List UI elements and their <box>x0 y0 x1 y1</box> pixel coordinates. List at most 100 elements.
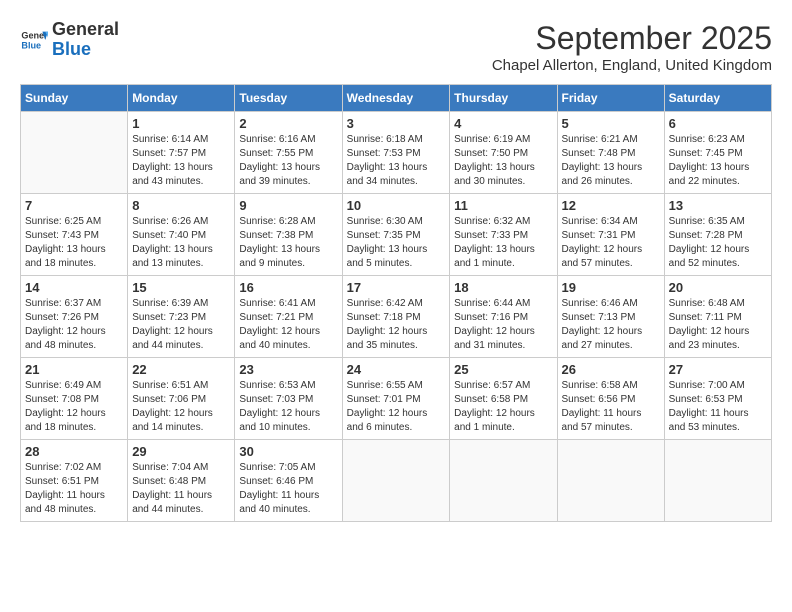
calendar-cell: 17Sunrise: 6:42 AM Sunset: 7:18 PM Dayli… <box>342 276 450 358</box>
col-thursday: Thursday <box>450 85 557 112</box>
day-info: Sunrise: 6:21 AM Sunset: 7:48 PM Dayligh… <box>562 133 660 189</box>
calendar-cell: 19 Sunrise: 6:46 AM Sunset: 7:13 PM Dayli… <box>557 276 664 358</box>
col-wednesday: Wednesday <box>342 85 450 112</box>
day-info: Sunrise: 6:34 AM Sunset: 7:31 PM Dayligh… <box>562 215 660 271</box>
calendar: Sunday Monday Tuesday Wednesday Thursday… <box>20 84 772 522</box>
calendar-cell: 5 Sunrise: 6:21 AM Sunset: 7:48 PM Daylig… <box>557 112 664 194</box>
day-number: 27 <box>669 362 767 377</box>
day-info: Sunrise: 6:57 AM Sunset: 6:58 PM Dayligh… <box>454 379 552 435</box>
day-number: 22 <box>132 362 230 377</box>
day-info: Sunrise: 6:58 AM Sunset: 6:56 PM Dayligh… <box>562 379 660 435</box>
day-info: Sunrise: 6:16 AM Sunset: 7:55 PM Dayligh… <box>239 133 337 189</box>
logo-general-text: General <box>52 19 119 39</box>
calendar-cell: 21 Sunrise: 6:49 AM Sunset: 7:08 PM Dayli… <box>21 358 128 440</box>
col-monday: Monday <box>128 85 235 112</box>
day-info: Sunrise: 6:46 AM Sunset: 7:13 PM Dayligh… <box>562 297 660 353</box>
day-number: 4 <box>454 116 552 131</box>
col-friday: Friday <box>557 85 664 112</box>
day-info: Sunrise: 6:48 AM Sunset: 7:11 PM Dayligh… <box>669 297 767 353</box>
calendar-cell: 7Sunrise: 6:25 AM Sunset: 7:43 PM Daylig… <box>21 194 128 276</box>
day-info: Sunrise: 6:44 AM Sunset: 7:16 PM Dayligh… <box>454 297 552 353</box>
day-info: Sunrise: 6:35 AM Sunset: 7:28 PM Dayligh… <box>669 215 767 271</box>
month-title: September 2025 <box>492 20 772 57</box>
day-info: Sunrise: 6:28 AM Sunset: 7:38 PM Dayligh… <box>239 215 337 271</box>
day-number: 5 <box>562 116 660 131</box>
calendar-week-row: 14 Sunrise: 6:37 AM Sunset: 7:26 PM Dayli… <box>21 276 772 358</box>
day-info: Sunrise: 6:14 AM Sunset: 7:57 PM Dayligh… <box>132 133 230 189</box>
calendar-cell: 14 Sunrise: 6:37 AM Sunset: 7:26 PM Dayli… <box>21 276 128 358</box>
day-info: Sunrise: 6:41 AM Sunset: 7:21 PM Dayligh… <box>239 297 337 353</box>
calendar-week-row: 1 Sunrise: 6:14 AM Sunset: 7:57 PM Daylig… <box>21 112 772 194</box>
day-number: 8 <box>132 198 230 213</box>
calendar-cell: 22Sunrise: 6:51 AM Sunset: 7:06 PM Dayli… <box>128 358 235 440</box>
day-number: 25 <box>454 362 552 377</box>
day-info: Sunrise: 6:23 AM Sunset: 7:45 PM Dayligh… <box>669 133 767 189</box>
calendar-cell: 30Sunrise: 7:05 AM Sunset: 6:46 PM Dayli… <box>235 440 342 522</box>
logo: General Blue General Blue <box>20 20 119 60</box>
calendar-cell <box>557 440 664 522</box>
day-info: Sunrise: 6:19 AM Sunset: 7:50 PM Dayligh… <box>454 133 552 189</box>
day-info: Sunrise: 6:49 AM Sunset: 7:08 PM Dayligh… <box>25 379 123 435</box>
calendar-cell: 4 Sunrise: 6:19 AM Sunset: 7:50 PM Daylig… <box>450 112 557 194</box>
calendar-header-row: Sunday Monday Tuesday Wednesday Thursday… <box>21 85 772 112</box>
day-number: 1 <box>132 116 230 131</box>
day-number: 12 <box>562 198 660 213</box>
day-number: 28 <box>25 444 123 459</box>
calendar-cell <box>21 112 128 194</box>
calendar-cell: 11 Sunrise: 6:32 AM Sunset: 7:33 PM Dayli… <box>450 194 557 276</box>
day-number: 18 <box>454 280 552 295</box>
day-info: Sunrise: 6:32 AM Sunset: 7:33 PM Dayligh… <box>454 215 552 271</box>
day-number: 21 <box>25 362 123 377</box>
day-info: Sunrise: 6:30 AM Sunset: 7:35 PM Dayligh… <box>347 215 446 271</box>
day-number: 29 <box>132 444 230 459</box>
calendar-cell <box>450 440 557 522</box>
calendar-cell: 24Sunrise: 6:55 AM Sunset: 7:01 PM Dayli… <box>342 358 450 440</box>
calendar-cell: 3Sunrise: 6:18 AM Sunset: 7:53 PM Daylig… <box>342 112 450 194</box>
day-number: 16 <box>239 280 337 295</box>
calendar-week-row: 28 Sunrise: 7:02 AM Sunset: 6:51 PM Dayli… <box>21 440 772 522</box>
calendar-cell: 26 Sunrise: 6:58 AM Sunset: 6:56 PM Dayli… <box>557 358 664 440</box>
day-number: 23 <box>239 362 337 377</box>
calendar-cell: 1 Sunrise: 6:14 AM Sunset: 7:57 PM Daylig… <box>128 112 235 194</box>
day-number: 9 <box>239 198 337 213</box>
col-saturday: Saturday <box>664 85 771 112</box>
calendar-cell: 9 Sunrise: 6:28 AM Sunset: 7:38 PM Daylig… <box>235 194 342 276</box>
col-tuesday: Tuesday <box>235 85 342 112</box>
logo-icon: General Blue <box>20 26 48 54</box>
day-info: Sunrise: 6:26 AM Sunset: 7:40 PM Dayligh… <box>132 215 230 271</box>
day-number: 20 <box>669 280 767 295</box>
day-info: Sunrise: 6:37 AM Sunset: 7:26 PM Dayligh… <box>25 297 123 353</box>
day-number: 19 <box>562 280 660 295</box>
col-sunday: Sunday <box>21 85 128 112</box>
svg-text:Blue: Blue <box>21 40 41 50</box>
calendar-cell: 16 Sunrise: 6:41 AM Sunset: 7:21 PM Dayli… <box>235 276 342 358</box>
calendar-cell: 12 Sunrise: 6:34 AM Sunset: 7:31 PM Dayli… <box>557 194 664 276</box>
logo-blue-text: Blue <box>52 39 91 59</box>
day-number: 26 <box>562 362 660 377</box>
calendar-week-row: 7Sunrise: 6:25 AM Sunset: 7:43 PM Daylig… <box>21 194 772 276</box>
day-info: Sunrise: 6:53 AM Sunset: 7:03 PM Dayligh… <box>239 379 337 435</box>
location-title: Chapel Allerton, England, United Kingdom <box>492 57 772 74</box>
calendar-cell <box>342 440 450 522</box>
day-info: Sunrise: 6:39 AM Sunset: 7:23 PM Dayligh… <box>132 297 230 353</box>
day-info: Sunrise: 7:02 AM Sunset: 6:51 PM Dayligh… <box>25 461 123 517</box>
day-number: 15 <box>132 280 230 295</box>
calendar-cell: 10 Sunrise: 6:30 AM Sunset: 7:35 PM Dayli… <box>342 194 450 276</box>
calendar-cell: 20 Sunrise: 6:48 AM Sunset: 7:11 PM Dayli… <box>664 276 771 358</box>
calendar-cell: 28 Sunrise: 7:02 AM Sunset: 6:51 PM Dayli… <box>21 440 128 522</box>
day-info: Sunrise: 7:04 AM Sunset: 6:48 PM Dayligh… <box>132 461 230 517</box>
calendar-cell <box>664 440 771 522</box>
day-number: 6 <box>669 116 767 131</box>
calendar-cell: 27 Sunrise: 7:00 AM Sunset: 6:53 PM Dayli… <box>664 358 771 440</box>
day-number: 3 <box>347 116 446 131</box>
calendar-cell: 6 Sunrise: 6:23 AM Sunset: 7:45 PM Daylig… <box>664 112 771 194</box>
calendar-cell: 25 Sunrise: 6:57 AM Sunset: 6:58 PM Dayli… <box>450 358 557 440</box>
calendar-cell: 29 Sunrise: 7:04 AM Sunset: 6:48 PM Dayli… <box>128 440 235 522</box>
day-number: 13 <box>669 198 767 213</box>
day-info: Sunrise: 7:00 AM Sunset: 6:53 PM Dayligh… <box>669 379 767 435</box>
day-info: Sunrise: 7:05 AM Sunset: 6:46 PM Dayligh… <box>239 461 337 517</box>
day-number: 10 <box>347 198 446 213</box>
day-number: 14 <box>25 280 123 295</box>
header: General Blue General Blue September 2025… <box>20 20 772 74</box>
day-number: 11 <box>454 198 552 213</box>
